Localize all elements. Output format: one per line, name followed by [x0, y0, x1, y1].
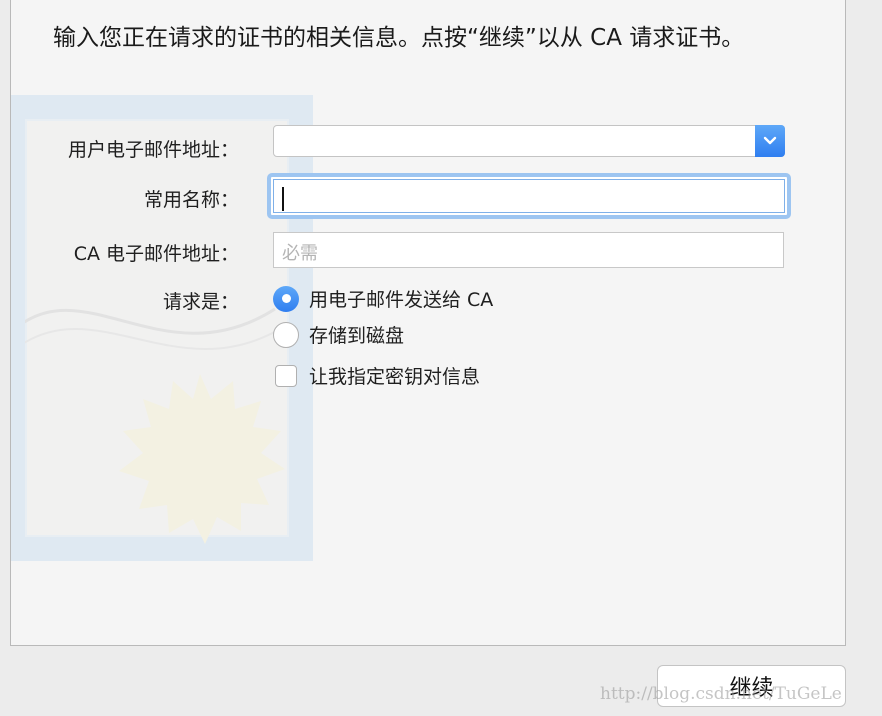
request-type-label: 请求是：	[162, 291, 239, 313]
certificate-assistant-panel: 输入您正在请求的证书的相关信息。点按“继续”以从 CA 请求证书。 用户电子邮件…	[10, 0, 846, 646]
key-pair-checkbox-label: 让我指定密钥对信息	[309, 366, 481, 388]
ca-email-label: CA 电子邮件地址：	[73, 243, 239, 265]
radio-selected[interactable]	[273, 285, 299, 312]
email-dropdown-button[interactable]	[755, 125, 785, 157]
watermark-text: http://blog.csdn.net/TuGeLe	[600, 684, 842, 704]
option-save-to-disk[interactable]: 存储到磁盘	[273, 321, 404, 348]
option-email-to-ca[interactable]: 用电子邮件发送给 CA	[273, 285, 493, 312]
key-pair-checkbox[interactable]	[275, 364, 297, 387]
option-email-to-ca-label: 用电子邮件发送给 CA	[309, 289, 494, 311]
common-name-input[interactable]	[267, 173, 791, 219]
ca-email-input[interactable]: 必需	[273, 232, 784, 268]
option-save-to-disk-label: 存储到磁盘	[309, 325, 405, 347]
email-select[interactable]	[273, 125, 785, 157]
key-pair-option[interactable]: 让我指定密钥对信息	[273, 362, 480, 389]
common-name-label: 常用名称：	[143, 189, 239, 211]
text-caret	[282, 187, 284, 211]
radio-unselected[interactable]	[273, 321, 299, 348]
intro-text: 输入您正在请求的证书的相关信息。点按“继续”以从 CA 请求证书。	[53, 25, 745, 51]
chevron-down-icon	[763, 136, 777, 145]
certificate-illustration	[11, 95, 313, 561]
email-label: 用户电子邮件地址：	[67, 139, 239, 161]
certificate-seal-icon	[119, 374, 285, 544]
